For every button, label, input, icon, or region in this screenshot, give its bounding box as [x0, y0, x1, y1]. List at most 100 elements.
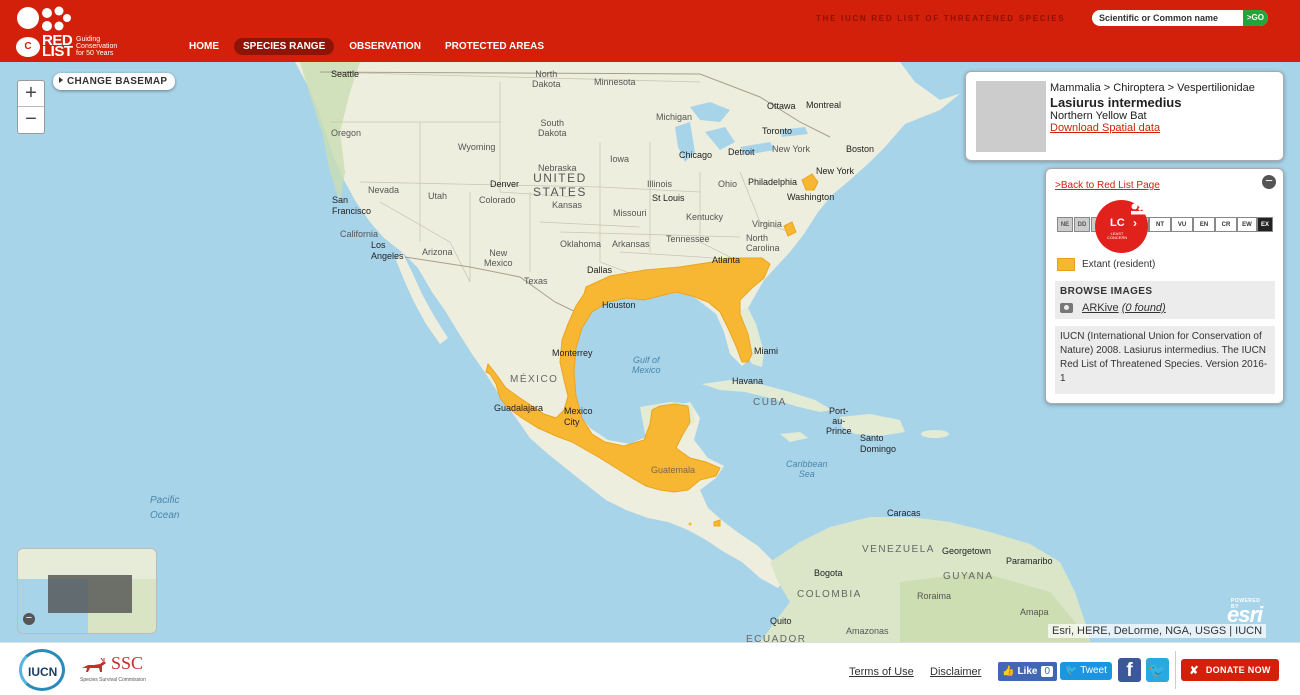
change-basemap-button[interactable]: CHANGE BASEMAP: [53, 73, 176, 90]
species-info-panel: Mammalia > Chiroptera > Vespertilionidae…: [965, 71, 1284, 161]
common-name: Northern Yellow Bat: [1050, 110, 1147, 122]
iucn-logo[interactable]: IUCN: [19, 649, 65, 691]
status-nt: NT: [1149, 217, 1171, 232]
iucn-c-mark: C: [16, 37, 40, 57]
map-label-texas: Texas: [524, 276, 548, 286]
species-thumbnail: [976, 81, 1046, 152]
current-status-badge[interactable]: LC › LEAST CONCERN: [1095, 200, 1148, 253]
map-label-washington: Washington: [787, 192, 835, 202]
change-basemap-label: CHANGE BASEMAP: [67, 76, 168, 87]
zoom-out-button[interactable]: −: [18, 107, 44, 133]
antelope-icon: [82, 658, 106, 672]
status-vu: VU: [1171, 217, 1193, 232]
logo-tagline: Guiding Conservation for 50 Years: [76, 36, 118, 57]
browse-images-section: BROWSE IMAGES ARKive (0 found): [1055, 281, 1275, 319]
map-label-amapa: Amapa: [1020, 607, 1049, 617]
main-nav: HOME SPECIES RANGE OBSERVATION PROTECTED…: [180, 38, 553, 55]
map-label-mexico-city: Mexico City: [564, 406, 593, 427]
logo-text: RED LIST: [42, 32, 73, 60]
nav-observation[interactable]: OBSERVATION: [340, 38, 430, 55]
map-label-philadelphia: Philadelphia: [748, 177, 798, 187]
nav-home[interactable]: HOME: [180, 38, 228, 55]
terms-of-use-link[interactable]: Terms of Use: [849, 666, 914, 678]
map-label-colorado: Colorado: [479, 195, 516, 205]
red-list-logo-mark: [17, 6, 71, 31]
map-label-michigan: Michigan: [656, 112, 693, 122]
map-label-south-dakota: South Dakota: [538, 118, 567, 138]
nav-species-range[interactable]: SPECIES RANGE: [234, 38, 335, 55]
map-label-detroit: Detroit: [728, 147, 755, 157]
nav-protected-areas[interactable]: PROTECTED AREAS: [436, 38, 553, 55]
app: C RED LIST Guiding Conservation for 50 Y…: [0, 0, 1300, 695]
map-label-new-york-state: New York: [772, 144, 811, 154]
facebook-like-label: Like: [1017, 666, 1038, 677]
red-list-logo[interactable]: C RED LIST Guiding Conservation for 50 Y…: [14, 5, 134, 59]
arkive-link[interactable]: ARKive: [1082, 302, 1119, 314]
disclaimer-link[interactable]: Disclaimer: [930, 666, 981, 678]
red-list-mini-logo-icon: [1131, 203, 1145, 215]
map-label-colombia: COLOMBIA: [797, 589, 862, 600]
esri-powered-by: POWERED BY: [1231, 598, 1261, 610]
map-label-atlanta: Atlanta: [712, 255, 741, 265]
map-label-ohio: Ohio: [718, 179, 738, 189]
map-label-iowa: Iowa: [610, 154, 630, 164]
status-cr: CR: [1215, 217, 1237, 232]
map-attribution: Esri, HERE, DeLorme, NGA, USGS | IUCN: [1048, 624, 1267, 638]
arkive-row: ARKive (0 found): [1060, 302, 1166, 314]
footer: IUCN SSC Species Survival Commission Ter…: [0, 642, 1300, 695]
ssc-text: SSC: [111, 653, 144, 673]
thumbs-up-icon: 👍: [1002, 666, 1015, 677]
map-label-guyana: GUYANA: [943, 571, 994, 582]
map-label-arkansas: Arkansas: [612, 239, 650, 249]
map-label-amazonas: Amazonas: [846, 626, 889, 636]
map-label-paramaribo: Paramaribo: [1006, 556, 1053, 566]
map-label-united-states: UNITED STATES: [533, 171, 587, 199]
status-scale: NE DD NT VU EN CR EW EX: [1057, 217, 1273, 233]
map-label-caribbean-sea: Caribbean Sea: [786, 459, 828, 479]
map-label-illinois: Illinois: [647, 179, 673, 189]
map-label-venezuela: VENEZUELA: [862, 544, 935, 555]
donate-label: DONATE NOW: [1205, 665, 1271, 675]
zoom-in-button[interactable]: +: [18, 81, 44, 107]
back-to-red-list-link[interactable]: >Back to Red List Page: [1055, 180, 1160, 191]
map-label-seattle: Seattle: [331, 69, 360, 79]
citation-text: IUCN (International Union for Conservati…: [1055, 326, 1275, 394]
map-label-monterrey: Monterrey: [552, 348, 593, 358]
map-label-arizona: Arizona: [422, 247, 453, 257]
download-spatial-data-link[interactable]: Download Spatial data: [1050, 122, 1255, 134]
map-label-quito: Quito: [770, 616, 792, 626]
map-label-tennessee: Tennessee: [666, 234, 710, 244]
legend-swatch: [1057, 258, 1075, 271]
camera-icon: [1060, 303, 1073, 313]
collapse-overview-icon[interactable]: −: [23, 613, 35, 625]
map-label-georgetown: Georgetown: [942, 546, 992, 556]
donate-now-button[interactable]: ✘ DONATE NOW: [1181, 659, 1279, 681]
facebook-like-button[interactable]: 👍 Like 0: [998, 662, 1058, 681]
status-ne: NE: [1057, 217, 1073, 232]
search-go-button[interactable]: >GO: [1242, 10, 1268, 26]
map-label-miami: Miami: [754, 346, 778, 356]
search-input[interactable]: [1092, 13, 1243, 23]
current-status-code: LC: [1110, 217, 1125, 229]
map-label-mexico: MÉXICO: [510, 374, 559, 385]
status-ex: EX: [1257, 217, 1273, 232]
map-label-montreal: Montreal: [806, 100, 842, 110]
species-search: >GO: [1092, 10, 1268, 26]
facebook-icon[interactable]: f: [1118, 658, 1141, 682]
map-label-boston: Boston: [846, 144, 875, 154]
current-status-name: LEAST CONCERN: [1107, 231, 1128, 240]
zoom-control: + −: [17, 80, 45, 134]
overview-map[interactable]: −: [17, 548, 157, 634]
species-info: Mammalia > Chiroptera > Vespertilionidae…: [1050, 82, 1255, 134]
map-label-bogota: Bogota: [814, 568, 843, 578]
map-label-guatemala: Guatemala: [651, 465, 696, 475]
taxonomy-breadcrumb: Mammalia > Chiroptera > Vespertilionidae: [1050, 82, 1255, 94]
map-label-dallas: Dallas: [587, 265, 613, 275]
map-label-denver: Denver: [490, 179, 520, 189]
map-label-santo-domingo: Santo Domingo: [860, 433, 897, 454]
map-label-pacific-ocean: Pacific Ocean: [150, 495, 180, 521]
twitter-icon[interactable]: 🐦: [1146, 658, 1169, 682]
collapse-panel-icon[interactable]: −: [1262, 174, 1276, 189]
overview-extent-box[interactable]: [48, 575, 132, 613]
tweet-button[interactable]: 🐦 Tweet: [1060, 662, 1112, 680]
